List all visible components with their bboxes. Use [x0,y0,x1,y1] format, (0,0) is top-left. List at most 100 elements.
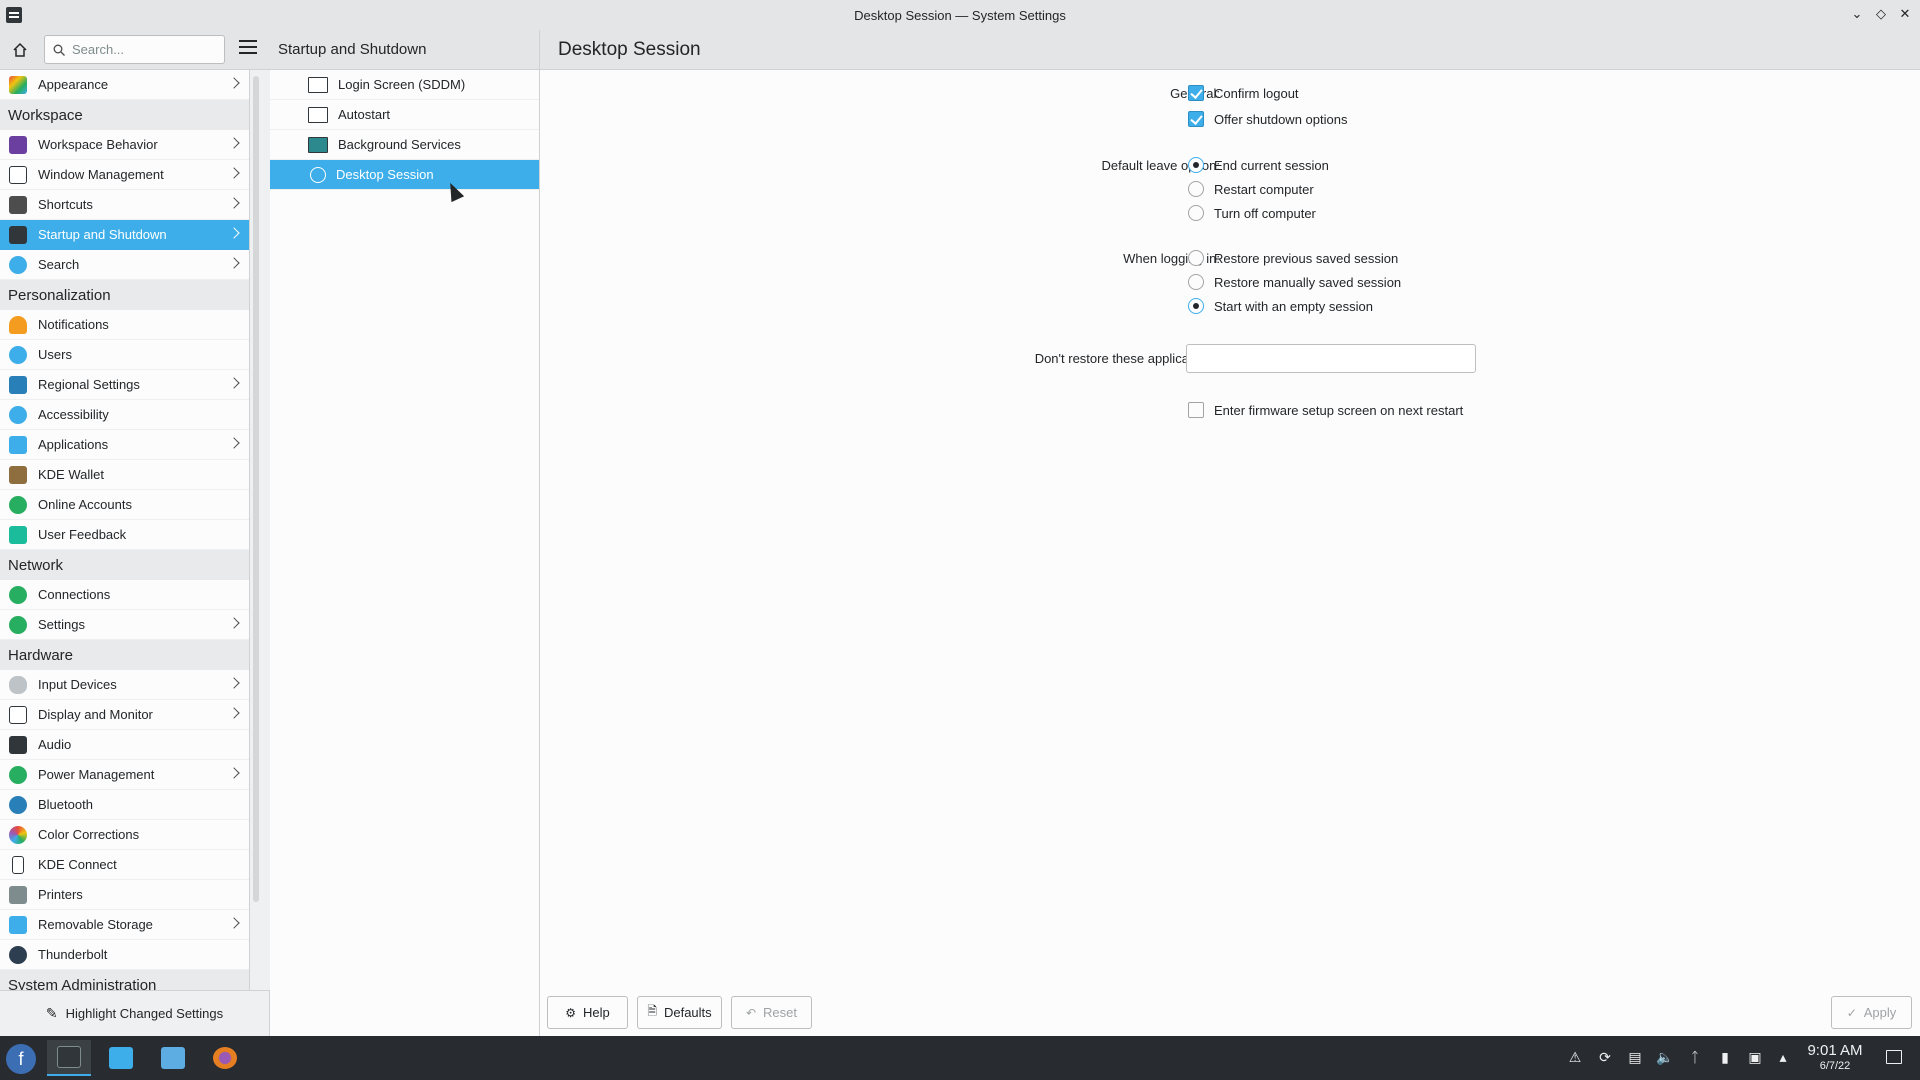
task-file-manager[interactable] [151,1040,195,1076]
radio-start-empty-session[interactable]: Start with an empty session [1188,298,1373,314]
sidebar-item-notifications[interactable]: Notifications [0,310,249,340]
subitem-desktop-session[interactable]: Desktop Session [270,160,539,190]
printer-icon [9,885,27,904]
excluded-applications-field[interactable] [1186,344,1476,373]
bluetooth-icon [9,795,27,814]
firmware-setup-checkbox[interactable]: Enter firmware setup screen on next rest… [1188,402,1463,418]
task-discover[interactable] [99,1040,143,1076]
sidebar-item-appearance[interactable]: Appearance [0,70,249,100]
updates-tray-icon[interactable]: ⟳ [1596,1048,1614,1066]
sidebar-item-removable-storage[interactable]: Removable Storage [0,910,249,940]
expand-tray-icon[interactable]: ▴ [1774,1048,1792,1066]
home-icon [13,42,27,57]
subcategory-list: Login Screen (SDDM) Autostart Background… [270,70,540,1036]
feedback-icon [9,525,27,544]
dont-restore-label: Don't restore these applications: [1034,351,1220,366]
sidebar-item-users[interactable]: Users [0,340,249,370]
radio-checked [1188,298,1204,314]
bluetooth-tray-icon[interactable]: ᛏ [1686,1048,1704,1066]
sidebar-item-network-settings[interactable]: Settings [0,610,249,640]
header-bar: Startup and Shutdown Desktop Session [0,30,1920,70]
notifications-tray-icon[interactable]: ⚠ [1566,1048,1584,1066]
subitem-background-services[interactable]: Background Services [270,130,539,160]
checkbox-checked [1188,111,1204,127]
sidebar-item-online-accounts[interactable]: Online Accounts [0,490,249,520]
radio-checked [1188,157,1204,173]
sidebar-item-connections[interactable]: Connections [0,580,249,610]
page-title: Desktop Session [558,39,701,60]
minimize-button[interactable]: ⌄ [1850,5,1864,23]
chevron-right-icon [228,437,240,449]
network-tray-icon[interactable]: ▣ [1746,1048,1764,1066]
sidebar-item-thunderbolt[interactable]: Thunderbolt [0,940,249,970]
digital-clock[interactable]: 9:01 AM 6/7/22 [1800,1042,1870,1072]
highlight-changed-settings-button[interactable]: ✎ Highlight Changed Settings [0,990,270,1036]
window-title: Desktop Session — System Settings [854,7,1066,23]
chevron-right-icon [228,917,240,929]
chevron-right-icon [228,377,240,389]
sidebar-item-input-devices[interactable]: Input Devices [0,670,249,700]
sidebar-item-color-corrections[interactable]: Color Corrections [0,820,249,850]
sidebar-item-user-feedback[interactable]: User Feedback [0,520,249,550]
help-button[interactable]: ⚙ Help [547,996,628,1029]
confirm-logout-checkbox[interactable]: Confirm logout [1188,85,1299,101]
battery-tray-icon[interactable]: ▮ [1716,1048,1734,1066]
network-settings-icon [9,615,27,634]
home-button[interactable] [8,38,32,62]
search-field[interactable] [44,35,225,64]
search-input[interactable] [72,42,217,57]
subitem-autostart[interactable]: Autostart [270,100,539,130]
power-icon [9,765,27,784]
subitem-login-screen[interactable]: Login Screen (SDDM) [270,70,539,100]
sidebar-item-display-and-monitor[interactable]: Display and Monitor [0,700,249,730]
radio-end-current-session[interactable]: End current session [1188,157,1329,173]
sidebar-item-printers[interactable]: Printers [0,880,249,910]
apply-button[interactable]: ✓ Apply [1831,996,1912,1029]
reset-button[interactable]: ↶ Reset [731,996,812,1029]
close-button[interactable]: ✕ [1898,5,1912,23]
defaults-button[interactable]: 🗎 Defaults [637,996,722,1029]
sidebar-item-window-management[interactable]: Window Management [0,160,249,190]
sidebar-item-regional-settings[interactable]: Regional Settings [0,370,249,400]
workspace-behavior-icon [9,135,27,154]
chevron-right-icon [228,197,240,209]
sidebar-item-search[interactable]: Search [0,250,249,280]
show-desktop-button[interactable] [1886,1050,1902,1064]
radio-restore-manual-session[interactable]: Restore manually saved session [1188,274,1401,290]
category-workspace: Workspace [0,100,249,130]
sidebar-item-kde-wallet[interactable]: KDE Wallet [0,460,249,490]
radio-restart-computer[interactable]: Restart computer [1188,181,1314,197]
offer-shutdown-checkbox[interactable]: Offer shutdown options [1188,111,1347,127]
sidebar-item-audio[interactable]: Audio [0,730,249,760]
maximize-button[interactable]: ◇ [1874,5,1888,23]
discover-icon [109,1047,133,1069]
chevron-right-icon [228,677,240,689]
system-settings-icon [57,1046,81,1068]
radio-turn-off-computer[interactable]: Turn off computer [1188,205,1316,221]
sidebar-item-startup-and-shutdown[interactable]: Startup and Shutdown [0,220,249,250]
usb-icon [9,915,27,934]
clipboard-tray-icon[interactable]: ▤ [1626,1048,1644,1066]
search-icon [9,255,27,274]
sidebar-item-power-management[interactable]: Power Management [0,760,249,790]
appearance-icon [9,75,27,94]
category-network: Network [0,550,249,580]
category-hardware: Hardware [0,640,249,670]
chevron-right-icon [228,617,240,629]
application-launcher-icon[interactable]: f [6,1044,36,1074]
hamburger-menu-button[interactable] [239,40,257,60]
pencil-icon: ✎ [45,1005,58,1021]
task-system-settings[interactable] [47,1040,91,1076]
sidebar-item-bluetooth[interactable]: Bluetooth [0,790,249,820]
sidebar-item-shortcuts[interactable]: Shortcuts [0,190,249,220]
radio-restore-previous-session[interactable]: Restore previous saved session [1188,250,1398,266]
sidebar-item-accessibility[interactable]: Accessibility [0,400,249,430]
sidebar-item-applications[interactable]: Applications [0,430,249,460]
sidebar-item-workspace-behavior[interactable]: Workspace Behavior [0,130,249,160]
task-firefox[interactable] [203,1040,247,1076]
sidebar-item-kde-connect[interactable]: KDE Connect [0,850,249,880]
volume-tray-icon[interactable]: 🔈 [1656,1048,1674,1066]
bell-icon [9,315,27,334]
mouse-icon [9,675,27,694]
sidebar-scrollbar[interactable] [253,76,259,902]
